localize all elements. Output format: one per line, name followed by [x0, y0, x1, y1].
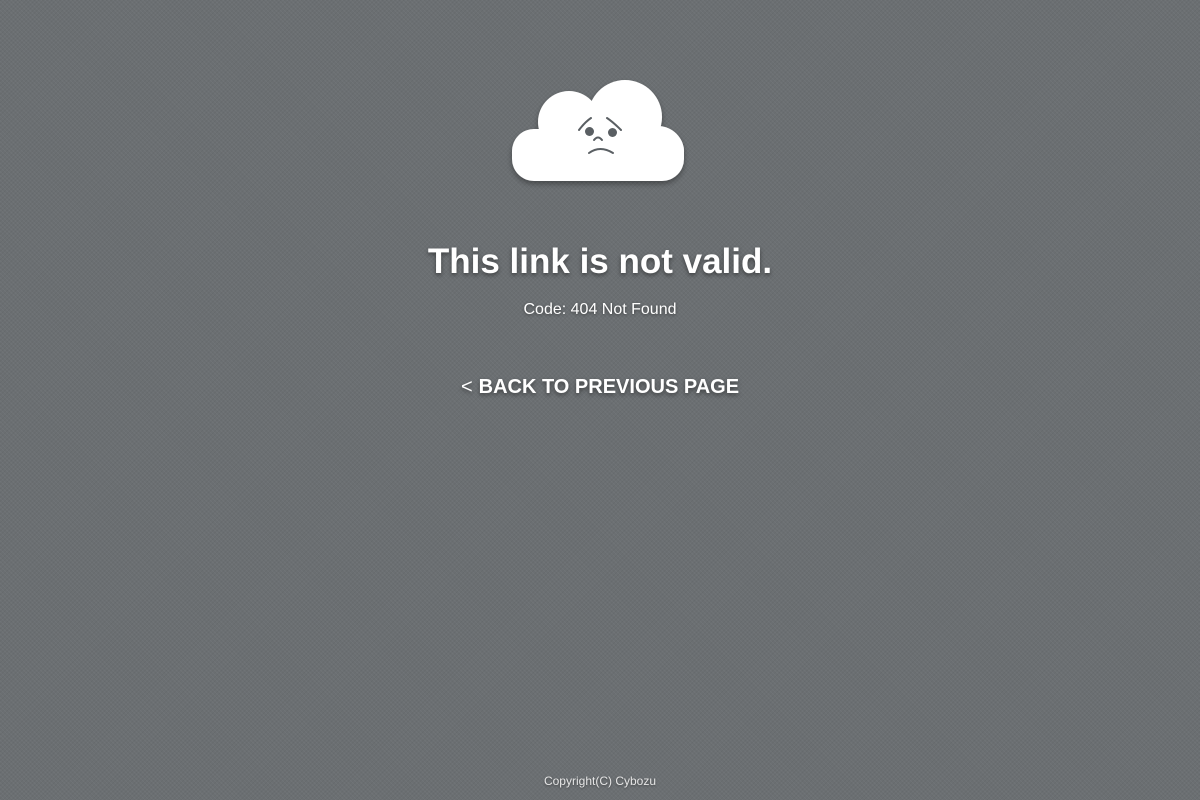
error-title: This link is not valid. — [427, 242, 773, 281]
back-link-container: < BACK TO PREVIOUS PAGE — [0, 374, 1200, 400]
copyright-footer: Copyright(C) Cybozu — [543, 774, 657, 788]
back-to-previous-page-link[interactable]: < BACK TO PREVIOUS PAGE — [461, 376, 739, 398]
back-arrow-icon: < — [460, 376, 473, 398]
error-code: Code: 404 Not Found — [523, 301, 677, 318]
sad-cloud-icon — [505, 74, 695, 194]
back-link-label: BACK TO PREVIOUS PAGE — [478, 376, 740, 398]
